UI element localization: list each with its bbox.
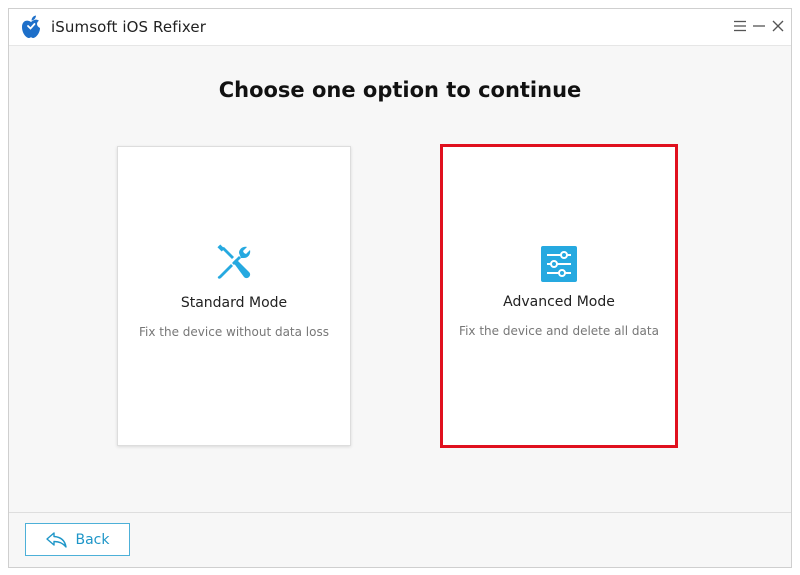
back-label: Back — [75, 531, 110, 548]
standard-mode-title: Standard Mode — [180, 295, 288, 311]
close-icon[interactable] — [769, 17, 787, 35]
minimize-icon[interactable] — [750, 17, 768, 35]
wrench-screwdriver-icon — [217, 244, 251, 279]
back-arrow-icon — [45, 531, 67, 548]
advanced-mode-description: Fix the device and delete all data — [459, 324, 659, 338]
advanced-mode-card[interactable]: Advanced Mode Fix the device and delete … — [440, 144, 678, 448]
app-title: iSumsoft iOS Refixer — [51, 18, 206, 36]
standard-mode-card[interactable]: Standard Mode Fix the device without dat… — [117, 146, 351, 446]
page-heading: Choose one option to continue — [218, 78, 582, 102]
menu-icon[interactable] — [731, 17, 749, 35]
app-window: iSumsoft iOS Refixer Choose one option t… — [8, 8, 792, 568]
advanced-mode-title: Advanced Mode — [503, 294, 615, 310]
footer-divider — [9, 512, 791, 513]
standard-mode-description: Fix the device without data loss — [139, 325, 329, 339]
sliders-icon — [541, 246, 577, 282]
app-logo-icon — [22, 15, 40, 38]
back-button[interactable]: Back — [25, 523, 130, 556]
title-bar: iSumsoft iOS Refixer — [9, 9, 791, 46]
